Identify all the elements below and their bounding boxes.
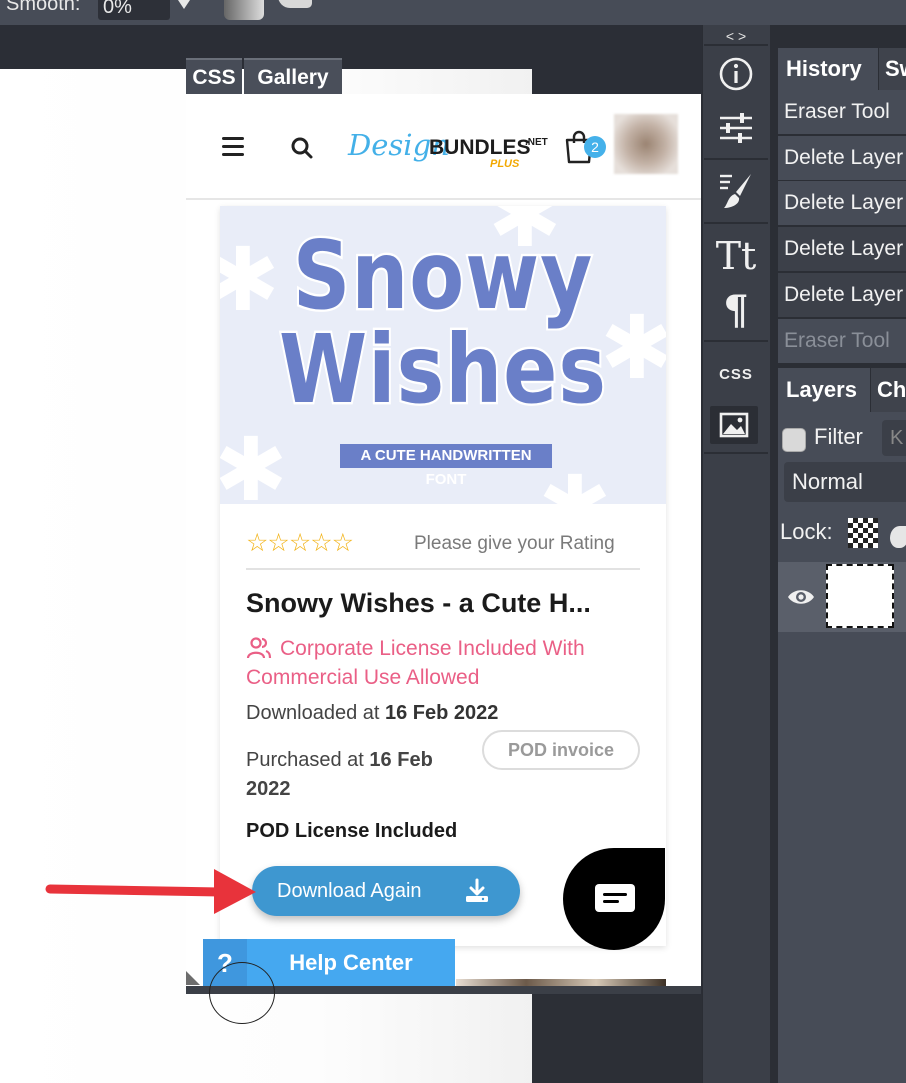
avatar[interactable] <box>614 114 678 174</box>
downloaded-label: Downloaded at <box>246 702 385 724</box>
rating-stars[interactable]: ☆☆☆☆☆ <box>246 528 354 558</box>
product-art-subtitle: A CUTE HANDWRITTEN FONT <box>340 444 552 488</box>
downloaded-date-value: 16 Feb 2022 <box>384 702 499 724</box>
next-product-thumbnail[interactable] <box>456 979 666 986</box>
logo-bundles-text: BUNDLES <box>429 136 531 159</box>
license-text: Corporate License Included With Commerci… <box>246 637 585 689</box>
lock-pixels-icon[interactable] <box>890 526 906 548</box>
search-icon[interactable] <box>290 136 314 160</box>
chat-icon <box>595 884 635 912</box>
product-title[interactable]: Snowy Wishes - a Cute H... <box>246 588 591 619</box>
divider <box>704 340 768 342</box>
lock-label: Lock: <box>780 519 833 544</box>
designbundles-logo[interactable]: Design BUNDLES .NET PLUS <box>348 128 548 174</box>
info-icon[interactable] <box>708 46 764 102</box>
lock-transparency-icon[interactable] <box>848 518 878 548</box>
history-item[interactable]: Delete Layer <box>778 181 906 225</box>
smooth-label: Smooth: <box>6 0 81 15</box>
product-card: ✱ ✱ ✱ ✱ ✱ Snowy Wishes A CUTE HANDWRITTE… <box>220 206 666 946</box>
workspace-strip <box>0 25 702 69</box>
tab-swatches[interactable]: Sw <box>879 48 906 90</box>
history-item[interactable]: Eraser Tool <box>778 90 906 134</box>
filter-checkbox[interactable] <box>782 428 806 452</box>
product-image[interactable]: ✱ ✱ ✱ ✱ ✱ Snowy Wishes A CUTE HANDWRITTE… <box>220 206 666 504</box>
download-again-button[interactable]: Download Again <box>252 866 520 916</box>
chat-launcher-button[interactable] <box>563 848 665 950</box>
smooth-input[interactable]: 0% <box>98 0 170 20</box>
eye-icon[interactable] <box>786 582 816 612</box>
layer-thumbnail[interactable] <box>826 564 894 628</box>
history-item[interactable]: Delete Layer <box>778 136 906 180</box>
website-preview: Design BUNDLES .NET PLUS 2 ✱ ✱ ✱ ✱ ✱ Sno… <box>186 94 701 994</box>
rating-prompt: Please give your Rating <box>414 533 615 554</box>
users-icon <box>246 637 272 659</box>
divider <box>246 568 640 570</box>
product-art-title-line1: Snowy <box>291 220 595 331</box>
divider <box>704 222 768 224</box>
snowflake-decoration: ✱ <box>538 464 612 505</box>
menu-icon[interactable] <box>222 137 244 157</box>
snowflake-decoration: ✱ <box>220 420 288 505</box>
tab-history[interactable]: History <box>778 48 878 90</box>
css-icon[interactable]: CSS <box>708 346 764 402</box>
text-icon[interactable]: Tt <box>708 228 764 284</box>
history-item[interactable]: Eraser Tool <box>778 319 906 363</box>
annotation-arrow-icon <box>45 869 256 914</box>
gallery-icon[interactable] <box>710 406 758 444</box>
logo-plus-text: PLUS <box>490 158 520 170</box>
divider <box>704 452 768 454</box>
cart-count-badge: 2 <box>584 136 606 158</box>
brush-cursor <box>209 962 275 1024</box>
tab-gallery[interactable]: Gallery <box>244 58 342 94</box>
tab-layers[interactable]: Layers <box>778 368 870 412</box>
options-bar: Smooth: 0% <box>0 0 906 25</box>
history-item[interactable]: Delete Layer <box>778 227 906 271</box>
adjustments-icon[interactable] <box>708 100 764 156</box>
divider <box>704 158 768 160</box>
blend-mode-select[interactable]: Normal <box>784 462 906 502</box>
product-art-title-line2: Wishes <box>277 314 608 425</box>
paragraph-icon[interactable]: ¶ <box>708 282 764 338</box>
tab-channels[interactable]: Ch <box>871 368 906 412</box>
brush-settings-icon[interactable] <box>708 162 764 218</box>
resize-handle[interactable] <box>186 971 200 985</box>
filter-label: Filter <box>814 424 863 449</box>
purchased-date: Purchased at 16 Feb 2022 <box>246 746 476 804</box>
filter-input[interactable]: K <box>882 420 906 456</box>
download-icon <box>466 878 488 902</box>
brush-preset-swatch[interactable] <box>224 0 264 20</box>
brush-shape-icon[interactable] <box>278 0 312 8</box>
pod-invoice-button[interactable]: POD invoice <box>482 730 640 770</box>
purchased-label: Purchased at <box>246 749 370 771</box>
help-center-label: Help Center <box>289 950 413 975</box>
smooth-dropdown-icon[interactable] <box>176 0 192 9</box>
layers-panel <box>778 412 906 1083</box>
text-tool-glyph: Tt <box>715 234 757 278</box>
history-item[interactable]: Delete Layer <box>778 273 906 317</box>
pod-license-text: POD License Included <box>246 820 458 842</box>
downloaded-date: Downloaded at 16 Feb 2022 <box>246 702 498 725</box>
site-header: Design BUNDLES .NET PLUS 2 <box>186 94 701 200</box>
canvas-background <box>532 995 702 1083</box>
download-again-label: Download Again <box>277 880 422 902</box>
logo-net-text: .NET <box>525 137 548 148</box>
tab-css[interactable]: CSS <box>186 58 242 94</box>
paragraph-tool-glyph: ¶ <box>723 286 749 334</box>
